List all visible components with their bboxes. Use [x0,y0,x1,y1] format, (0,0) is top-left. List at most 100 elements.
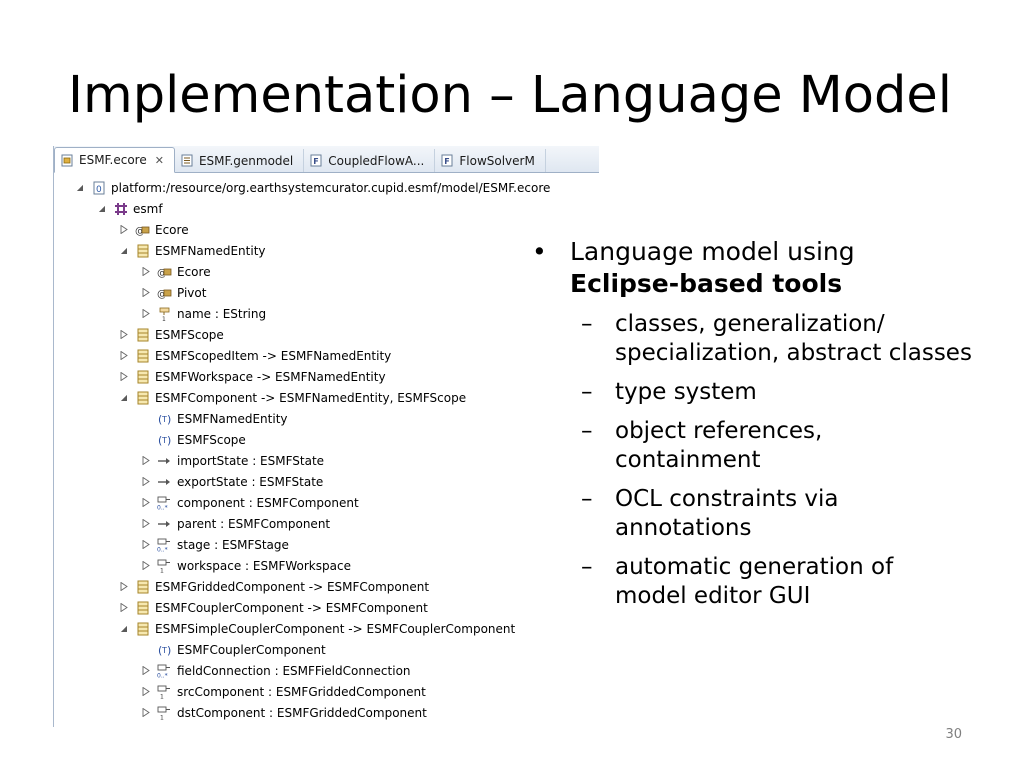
tree-item-label: ESMFScopedItem -> ESMFNamedEntity [155,348,392,363]
tree-item[interactable]: ◢ ESMFNamedEntity [54,240,599,261]
sub-bullet: – classes, generalization/ specializatio… [532,310,972,368]
collapsed-arrow-icon[interactable] [140,539,152,551]
svg-text:1: 1 [160,567,164,573]
tree-item[interactable]: 0..* stage : ESMFStage [54,534,599,555]
tree-item-label: ESMFScope [155,327,224,342]
package-icon [113,202,128,216]
tree-item[interactable]: ESMFScopedItem -> ESMFNamedEntity [54,345,599,366]
tree-item-label: importState : ESMFState [177,453,325,468]
editor-tab[interactable]: F CoupledFlowA... [304,149,436,172]
generic-type-icon: (T) [157,412,172,426]
tree-item[interactable]: @ Ecore [54,219,599,240]
svg-text:): ) [167,644,171,657]
tree-item[interactable]: 0..* component : ESMFComponent [54,492,599,513]
collapsed-arrow-icon[interactable] [140,287,152,299]
collapsed-arrow-icon[interactable] [118,350,130,362]
expanded-arrow-icon[interactable]: ◢ [118,623,130,635]
main-bullet: • Language model using Eclipse-based too… [532,236,972,300]
editor-tab-bar: ESMF.ecore ✕ ESMF.genmodel F CoupledFlowA...… [54,146,599,173]
collapsed-arrow-icon[interactable] [140,518,152,530]
collapsed-arrow-icon[interactable] [118,602,130,614]
svg-text:1: 1 [160,693,164,699]
containment-one-icon: 1 [157,706,172,720]
tree-item[interactable]: parent : ESMFComponent [54,513,599,534]
annotation-icon: @ [135,223,150,237]
tree-item[interactable]: ESMFGriddedComponent -> ESMFComponent [54,576,599,597]
expanded-arrow-icon[interactable]: ◢ [118,392,130,404]
tree-item[interactable]: (T) ESMFNamedEntity [54,408,599,429]
tree-item[interactable]: exportState : ESMFState [54,471,599,492]
class-icon [135,580,150,594]
tree-item[interactable]: 1 srcComponent : ESMFGriddedComponent [54,681,599,702]
editor-tab-label: CoupledFlowA... [328,153,425,168]
tree-item[interactable]: ◢ 0 platform:/resource/org.earthsystemcura… [54,177,599,198]
tree-item-label: Pivot [177,285,207,300]
collapsed-arrow-icon[interactable] [140,497,152,509]
containment-many-icon: 0..* [157,496,172,510]
collapsed-arrow-icon[interactable] [140,665,152,677]
annotation-icon: @ [157,265,172,279]
tree-item[interactable]: @ Ecore [54,261,599,282]
tree-item[interactable]: ESMFScope [54,324,599,345]
class-icon [135,349,150,363]
sub-bullet: – type system [532,378,972,407]
class-icon [135,391,150,405]
expanded-arrow-icon[interactable]: ◢ [118,245,130,257]
tree-item[interactable]: @ Pivot [54,282,599,303]
collapsed-arrow-icon[interactable] [140,476,152,488]
class-icon [135,244,150,258]
collapsed-arrow-icon[interactable] [118,581,130,593]
collapsed-arrow-icon[interactable] [140,455,152,467]
tree-item[interactable]: ◢ esmf [54,198,599,219]
tree-item[interactable]: ESMFCouplerComponent -> ESMFComponent [54,597,599,618]
collapsed-arrow-icon[interactable] [140,707,152,719]
collapsed-arrow-icon[interactable] [140,308,152,320]
tree-item[interactable]: (T) ESMFScope [54,429,599,450]
editor-tab[interactable]: ESMF.genmodel [175,149,305,172]
tree-item-label: platform:/resource/org.earthsystemcurato… [111,180,551,195]
close-tab-icon[interactable]: ✕ [155,154,164,167]
reference-icon [157,475,172,489]
tree-item[interactable]: (T) ESMFCouplerComponent [54,639,599,660]
tree-item[interactable]: importState : ESMFState [54,450,599,471]
tree-item-label: ESMFComponent -> ESMFNamedEntity, ESMFSc… [155,390,467,405]
containment-one-icon: 1 [157,685,172,699]
collapsed-arrow-icon[interactable] [118,329,130,341]
collapsed-arrow-icon[interactable] [118,224,130,236]
tree-item-label: ESMFGriddedComponent -> ESMFComponent [155,579,430,594]
editor-tab[interactable]: F FlowSolverM [435,149,546,172]
ecore-editor: ESMF.ecore ✕ ESMF.genmodel F CoupledFlowA...… [53,146,599,727]
tree-item[interactable]: ◢ ESMFSimpleCouplerComponent -> ESMFCoupl… [54,618,599,639]
expanded-arrow-icon[interactable]: ◢ [96,203,108,215]
tree-item[interactable]: 1 dstComponent : ESMFGriddedComponent [54,702,599,723]
fortran-file-icon: F [441,154,453,167]
tree-item[interactable]: 1 workspace : ESMFWorkspace [54,555,599,576]
sub-bullet-dash: – [581,311,593,337]
tree-item[interactable]: 1 name : EString [54,303,599,324]
tree-item-label: esmf [133,201,163,216]
generic-type-icon: (T) [157,643,172,657]
sub-bullet-text: type system [615,379,757,405]
collapsed-arrow-icon[interactable] [140,266,152,278]
tree-item[interactable]: ESMFWorkspace -> ESMFNamedEntity [54,366,599,387]
main-bullet-text: Language model using [570,237,855,266]
attribute-icon: 1 [157,307,172,321]
containment-many-icon: 0..* [157,538,172,552]
tree-item[interactable]: ◢ ESMFComponent -> ESMFNamedEntity, ESMFS… [54,387,599,408]
expanded-arrow-icon[interactable]: ◢ [74,182,86,194]
svg-text:F: F [313,157,318,166]
tree-item-label: ESMFScope [177,432,246,447]
tree-item-label: ESMFSimpleCouplerComponent -> ESMFCouple… [155,621,516,636]
sub-bullet: – OCL constraints via annotations [532,485,972,543]
editor-tab[interactable]: ESMF.ecore ✕ [54,147,175,173]
containment-one-icon: 1 [157,559,172,573]
collapsed-arrow-icon[interactable] [118,371,130,383]
tree-item-label: exportState : ESMFState [177,474,324,489]
tree-item-label: stage : ESMFStage [177,537,289,552]
tree-item[interactable]: 0..* fieldConnection : ESMFFieldConnectio… [54,660,599,681]
tree-item-label: ESMFNamedEntity [155,243,266,258]
collapsed-arrow-icon[interactable] [140,560,152,572]
collapsed-arrow-icon[interactable] [140,686,152,698]
tree-item-label: fieldConnection : ESMFFieldConnection [177,663,411,678]
tree-item-label: ESMFNamedEntity [177,411,288,426]
